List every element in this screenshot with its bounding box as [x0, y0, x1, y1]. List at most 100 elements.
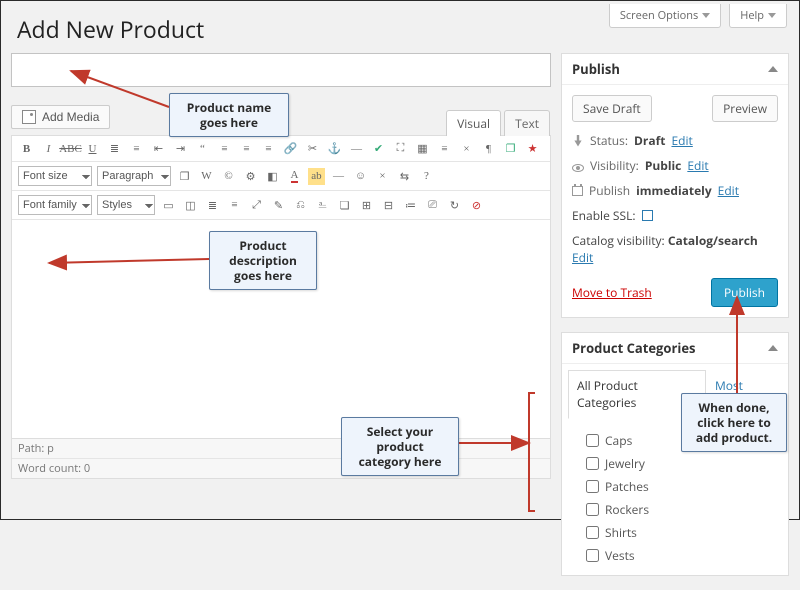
- tab-text[interactable]: Text: [504, 110, 550, 136]
- pilcrow-button[interactable]: ¶: [480, 140, 497, 157]
- bg-color-button[interactable]: ab: [308, 168, 325, 185]
- category-item[interactable]: Jewelry: [586, 452, 774, 475]
- paragraph-select[interactable]: Paragraph: [97, 166, 171, 186]
- toolbar-icon[interactable]: ⎌: [292, 197, 309, 214]
- styles-select[interactable]: Styles: [97, 195, 155, 215]
- category-checkbox[interactable]: [586, 526, 599, 539]
- toolbar-icon[interactable]: ❐: [176, 168, 193, 185]
- indent-button[interactable]: ⇥: [172, 140, 189, 157]
- tab-visual[interactable]: Visual: [446, 110, 501, 136]
- publish-on-value: immediately: [636, 182, 712, 199]
- anchor-button[interactable]: ⚓: [326, 140, 343, 157]
- toolbar-icon[interactable]: ✎: [270, 197, 287, 214]
- schedule-edit-link[interactable]: Edit: [718, 182, 739, 199]
- toolbar-icon[interactable]: ⇆: [396, 168, 413, 185]
- category-item[interactable]: Shirts: [586, 521, 774, 544]
- toolbar-icon[interactable]: ★: [524, 140, 541, 157]
- eye-icon: [572, 164, 584, 172]
- toolbar-icon[interactable]: ⊞: [358, 197, 375, 214]
- screen-options-label: Screen Options: [620, 8, 698, 23]
- toolbar-icon[interactable]: ⤢: [248, 197, 265, 214]
- help-button[interactable]: ?: [418, 168, 435, 185]
- toolbar-icon[interactable]: ©: [220, 168, 237, 185]
- catalog-edit-link[interactable]: Edit: [572, 249, 593, 266]
- category-item[interactable]: Rockers: [586, 498, 774, 521]
- help-tab[interactable]: Help: [729, 4, 787, 28]
- hr-button[interactable]: —: [330, 168, 347, 185]
- add-media-button[interactable]: Add Media: [11, 105, 110, 129]
- bullets-button[interactable]: ≣: [106, 140, 123, 157]
- toolbar-icon[interactable]: ≣: [204, 197, 221, 214]
- toolbar-row-1: B I ABC U ≣ ≡ ⇤ ⇥ “ ≡ ≡ ≡ 🔗 ✂ ⚓ — ✔: [12, 136, 550, 162]
- toolbar-icon[interactable]: ❏: [336, 197, 353, 214]
- align-right-button[interactable]: ≡: [260, 140, 277, 157]
- category-item[interactable]: Patches: [586, 475, 774, 498]
- category-label: Shirts: [605, 524, 637, 541]
- unlink-button[interactable]: ✂: [304, 140, 321, 157]
- visibility-edit-link[interactable]: Edit: [687, 157, 708, 174]
- visibility-label: Visibility:: [590, 157, 639, 174]
- save-draft-button[interactable]: Save Draft: [572, 95, 652, 122]
- collapse-icon[interactable]: [768, 66, 778, 72]
- fullscreen-button[interactable]: ⛶: [392, 140, 409, 157]
- emoji-button[interactable]: ☺: [352, 168, 369, 185]
- link-button[interactable]: 🔗: [282, 140, 299, 157]
- categories-title: Product Categories: [572, 339, 695, 357]
- toolbar-row-3: Font family Styles ▭ ◫ ≣ ≡ ⤢ ✎ ⎌ ⎁ ❏ ⊞ ⊟…: [12, 191, 550, 220]
- outdent-button[interactable]: ⇤: [150, 140, 167, 157]
- category-item[interactable]: Vests: [586, 544, 774, 567]
- toolbar-icon[interactable]: ⚙: [242, 168, 259, 185]
- category-checkbox[interactable]: [586, 503, 599, 516]
- bold-button[interactable]: B: [18, 140, 35, 157]
- toolbar-icon[interactable]: ×: [374, 168, 391, 185]
- toolbar-icon[interactable]: ↻: [446, 197, 463, 214]
- font-size-select[interactable]: Font size: [18, 166, 92, 186]
- numbers-button[interactable]: ≡: [128, 140, 145, 157]
- chevron-down-icon: [702, 13, 710, 18]
- toolbar-icon[interactable]: ◫: [182, 197, 199, 214]
- text-color-button[interactable]: A: [286, 168, 303, 185]
- toolbar-icon[interactable]: ≡: [436, 140, 453, 157]
- category-checkbox[interactable]: [586, 480, 599, 493]
- annotation-desc: Productdescriptiongoes here: [209, 231, 317, 290]
- toolbar-icon[interactable]: ⊘: [468, 197, 485, 214]
- visibility-value: Public: [645, 157, 682, 174]
- ssl-checkbox[interactable]: [642, 210, 653, 221]
- pin-icon: [572, 135, 584, 147]
- toolbar-icon[interactable]: ⊟: [380, 197, 397, 214]
- product-title-input[interactable]: [11, 53, 551, 87]
- spellcheck-button[interactable]: ✔: [370, 140, 387, 157]
- toolbar-icon[interactable]: ▭: [160, 197, 177, 214]
- toolbar-icon[interactable]: ≔: [402, 197, 419, 214]
- add-media-label: Add Media: [42, 110, 99, 124]
- toolbar-icon[interactable]: ×: [458, 140, 475, 157]
- screen-options-tab[interactable]: Screen Options: [609, 4, 721, 28]
- toolbar-icon[interactable]: ❐: [502, 140, 519, 157]
- category-label: Rockers: [605, 501, 649, 518]
- italic-button[interactable]: I: [40, 140, 57, 157]
- align-center-button[interactable]: ≡: [238, 140, 255, 157]
- category-checkbox[interactable]: [586, 457, 599, 470]
- strike-button[interactable]: ABC: [62, 140, 79, 157]
- toolbar-icon[interactable]: ≡: [226, 197, 243, 214]
- font-family-select[interactable]: Font family: [18, 195, 92, 215]
- ssl-label: Enable SSL:: [572, 207, 636, 224]
- move-to-trash-link[interactable]: Move to Trash: [572, 284, 652, 301]
- quote-button[interactable]: “: [194, 140, 211, 157]
- table-button[interactable]: ▦: [414, 140, 431, 157]
- toolbar-icon[interactable]: W: [198, 168, 215, 185]
- category-checkbox[interactable]: [586, 434, 599, 447]
- underline-button[interactable]: U: [84, 140, 101, 157]
- toolbar-icon[interactable]: ◧: [264, 168, 281, 185]
- status-edit-link[interactable]: Edit: [671, 132, 692, 149]
- more-button[interactable]: —: [348, 140, 365, 157]
- collapse-icon[interactable]: [768, 345, 778, 351]
- toolbar-icon[interactable]: ⎁: [314, 197, 331, 214]
- toolbar-icon[interactable]: ⎚: [424, 197, 441, 214]
- publish-button[interactable]: Publish: [711, 278, 778, 307]
- annotation-pub: When done,click here toadd product.: [681, 393, 787, 452]
- category-checkbox[interactable]: [586, 549, 599, 562]
- align-left-button[interactable]: ≡: [216, 140, 233, 157]
- preview-button[interactable]: Preview: [712, 95, 778, 122]
- word-count-label: Word count:: [18, 461, 81, 476]
